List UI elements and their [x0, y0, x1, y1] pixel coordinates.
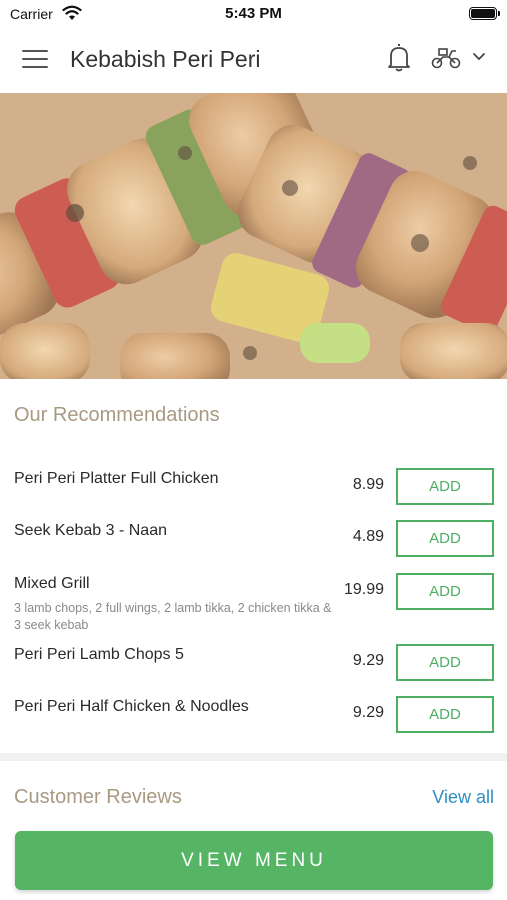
battery-cap — [498, 11, 500, 16]
item-name: Mixed Grill — [14, 575, 90, 592]
add-button[interactable]: ADD — [396, 520, 494, 557]
hero-image — [0, 93, 507, 379]
recommendations-title: Our Recommendations — [14, 404, 220, 426]
status-time: 5:43 PM — [225, 5, 282, 22]
view-all-link[interactable]: View all — [432, 787, 494, 808]
item-price: 9.29 — [352, 704, 384, 721]
item-name: Peri Peri Platter Full Chicken — [14, 470, 219, 487]
add-button[interactable]: ADD — [396, 696, 494, 733]
add-button[interactable]: ADD — [396, 468, 494, 505]
item-price: 4.89 — [352, 528, 384, 545]
view-menu-button[interactable]: VIEW MENU — [15, 831, 493, 890]
item-price: 9.29 — [352, 652, 384, 669]
add-button[interactable]: ADD — [396, 644, 494, 681]
bell-icon[interactable] — [386, 43, 412, 73]
section-divider — [0, 753, 507, 761]
item-description: 3 lamb chops, 2 full wings, 2 lamb tikka… — [14, 601, 332, 632]
item-name: Peri Peri Half Chicken & Noodles — [14, 698, 249, 715]
item-name: Seek Kebab 3 - Naan — [14, 522, 167, 539]
item-price: 19.99 — [343, 581, 384, 598]
menu-icon[interactable] — [22, 50, 48, 68]
chevron-down-icon[interactable] — [472, 52, 486, 62]
hero-overlay — [0, 93, 507, 379]
page-title: Kebabish Peri Peri — [70, 46, 261, 72]
battery-icon — [469, 7, 497, 20]
add-button[interactable]: ADD — [396, 573, 494, 610]
item-price: 8.99 — [352, 476, 384, 493]
reviews-title: Customer Reviews — [14, 786, 182, 808]
scooter-icon[interactable] — [431, 46, 461, 70]
item-name: Peri Peri Lamb Chops 5 — [14, 646, 184, 663]
status-bar: Carrier 5:43 PM — [0, 0, 507, 28]
app-header: Kebabish Peri Peri — [0, 28, 507, 92]
